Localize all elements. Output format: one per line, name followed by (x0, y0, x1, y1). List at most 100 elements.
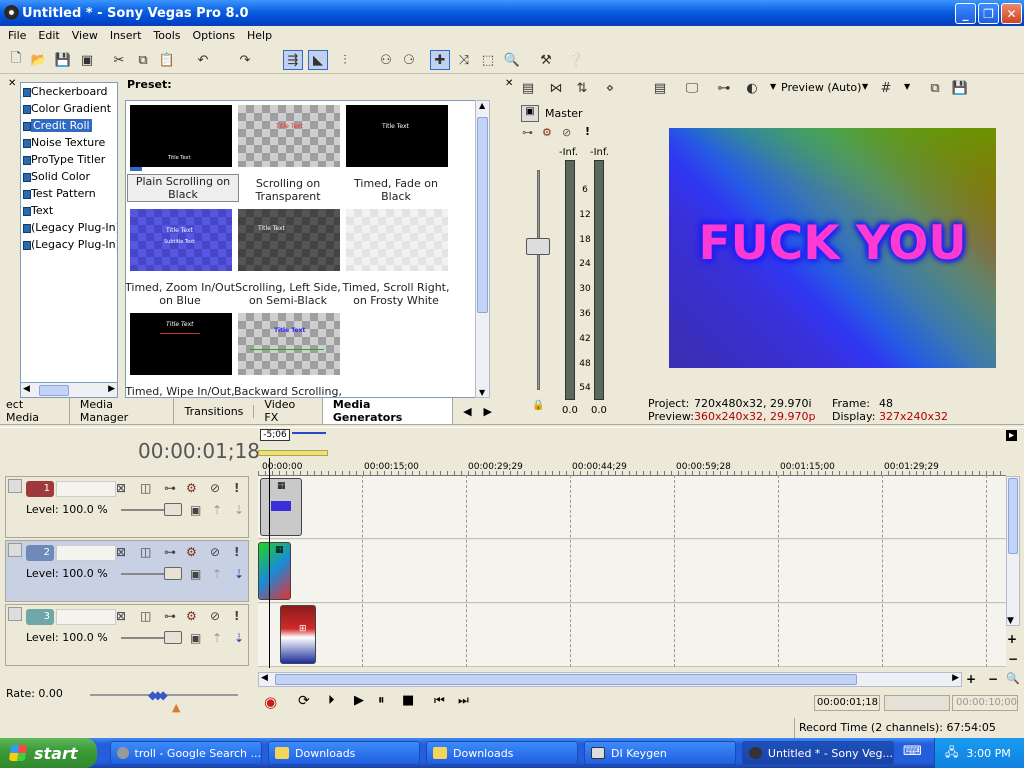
whats-this-icon[interactable]: ❔ (566, 50, 586, 70)
panel-close-icon[interactable]: ✕ (8, 78, 16, 89)
scroll-left-icon[interactable]: ◀ (261, 673, 268, 683)
preset-thumb-timed-fade[interactable]: Title Text (346, 105, 448, 167)
make-compositing-child-icon[interactable]: ▣ (190, 567, 201, 581)
group-icon[interactable]: ⚇ (376, 50, 396, 70)
preset-thumb-zoom-blue[interactable]: Title Text Subtitle Text (130, 209, 232, 271)
event-fx-icon[interactable]: ▦ (275, 545, 284, 555)
scroll-down-icon[interactable]: ▼ (1007, 616, 1014, 626)
cut-icon[interactable]: ✂ (109, 50, 129, 70)
loop-region[interactable] (258, 450, 328, 456)
generator-item[interactable]: Noise Texture (21, 134, 117, 151)
properties-icon[interactable]: ▣ (77, 50, 97, 70)
make-compositing-child-icon[interactable]: ▣ (190, 631, 201, 645)
event-image-clip[interactable]: ⊞ (280, 605, 316, 664)
track-header-1[interactable]: 1 ⊠ ◫ ⊶ ⚙ ⊘ ! Level: 100.0 % ▣ ⇡ ⇣ (5, 476, 249, 538)
redo-icon[interactable]: ↷ (235, 50, 255, 70)
solo-icon[interactable]: ! (234, 609, 239, 623)
splitter[interactable] (0, 424, 1024, 428)
preset-thumb-left-side[interactable]: Title Text (238, 209, 340, 271)
selection-length-field[interactable]: 00:00:10;00 (952, 695, 1018, 711)
split-dropdown-icon[interactable]: ▼ (770, 82, 776, 91)
scroll-thumb[interactable] (477, 117, 488, 313)
zoom-out-vertical-icon[interactable]: − (1008, 652, 1018, 666)
event-color-gradient[interactable]: ▦ (258, 542, 291, 600)
preset-thumb-scrolling-transparent[interactable]: Title Text (238, 105, 340, 167)
level-slider-knob[interactable] (164, 503, 182, 516)
track-lane-1[interactable] (258, 476, 1006, 539)
timeline-vscrollbar[interactable] (1006, 476, 1020, 626)
bus-mute-icon[interactable]: ⊘ (562, 126, 571, 139)
track-lane-2[interactable] (258, 540, 1006, 603)
auto-ripple-icon[interactable]: ⇶ (283, 50, 303, 70)
master-bus-icon[interactable]: ▣ (521, 105, 539, 122)
zoom-out-horizontal-icon[interactable]: − (988, 672, 998, 686)
tab-media-generators[interactable]: Media Generators (322, 398, 454, 424)
mixer-properties-icon[interactable]: ⋄ (600, 78, 620, 98)
compositing-child-icon[interactable]: ⇣ (234, 567, 244, 581)
taskbar-item-browser[interactable]: troll - Google Search ... (110, 741, 262, 765)
overlays-icon[interactable]: # (876, 78, 896, 98)
snapping-icon[interactable]: ⫶ (335, 50, 355, 70)
preset-caption[interactable]: Scrolling on Transparent (232, 177, 344, 203)
preset-thumb-plain-scrolling[interactable]: Title Text (130, 105, 232, 171)
preset-caption[interactable]: Timed, Zoom In/Out on Blue (126, 281, 236, 307)
preset-caption[interactable]: Timed, Scroll Right, on Frosty White (340, 281, 452, 307)
ignore-grouping-icon[interactable]: ⚆ (399, 50, 419, 70)
mute-icon[interactable]: ⊘ (210, 481, 220, 495)
mute-icon[interactable]: ⊘ (210, 609, 220, 623)
play-icon[interactable]: ▶ (354, 693, 364, 708)
bypass-motion-blur-icon[interactable]: ⊠ (116, 545, 126, 559)
taskbar-item-vegas[interactable]: Untitled * - Sony Veg... (742, 741, 894, 765)
play-from-start-icon[interactable]: ⏵ (328, 693, 335, 708)
generator-item[interactable]: Test Pattern (21, 185, 117, 202)
zoom-in-vertical-icon[interactable]: + (1007, 632, 1017, 646)
generator-item[interactable]: Solid Color (21, 168, 117, 185)
pause-icon[interactable]: ⏸ (378, 693, 385, 708)
preset-caption[interactable]: Timed, Fade on Black (340, 177, 452, 203)
scroll-thumb[interactable] (275, 674, 857, 685)
paste-icon[interactable]: 📋 (157, 50, 177, 70)
tab-video-fx[interactable]: Video FX (254, 398, 323, 424)
menu-view[interactable]: View (66, 29, 104, 42)
normal-edit-tool-icon[interactable]: ✚ (430, 50, 450, 70)
selection-start-field[interactable] (884, 695, 950, 711)
track-fx-icon[interactable]: ⚙ (186, 545, 197, 559)
selection-tool-icon[interactable]: ⬚ (478, 50, 498, 70)
track-motion-icon[interactable]: ⊶ (164, 545, 176, 559)
envelope-tool-icon[interactable]: ⤨ (454, 50, 474, 70)
make-compositing-child-icon[interactable]: ▣ (190, 503, 201, 517)
save-snapshot-icon[interactable]: 💾 (950, 78, 970, 98)
open-icon[interactable]: 📂 (29, 50, 49, 70)
fader-lock-icon[interactable]: 🔒 (532, 400, 544, 411)
event-credit-roll[interactable]: ▦ (260, 478, 302, 536)
bypass-motion-blur-icon[interactable]: ⊠ (116, 481, 126, 495)
compositing-child-icon[interactable]: ⇣ (234, 631, 244, 645)
track-minimize-icon[interactable] (8, 543, 22, 557)
track-header-2[interactable]: 2 ⊠ ◫ ⊶ ⚙ ⊘ ! Level: 100.0 % ▣ ⇡ ⇣ (5, 540, 249, 602)
loop-playback-icon[interactable]: ⟳ (298, 693, 310, 709)
track-motion-icon[interactable]: ⊶ (164, 481, 176, 495)
compositing-parent-icon[interactable]: ⇡ (212, 567, 222, 581)
track-name-field[interactable] (56, 481, 116, 497)
compositing-mode-icon[interactable]: ◫ (140, 609, 151, 623)
tab-scroll-right-icon[interactable]: ▶ (482, 405, 494, 418)
mixer-insert-bus-icon[interactable]: ▤ (518, 78, 538, 98)
undo-icon[interactable]: ↶ (193, 50, 213, 70)
level-slider-knob[interactable] (164, 567, 182, 580)
preset-caption[interactable]: Plain Scrolling on Black (127, 174, 239, 202)
close-button[interactable]: ✕ (1001, 3, 1022, 24)
compositing-mode-icon[interactable]: ◫ (140, 481, 151, 495)
generator-list-hscrollbar[interactable]: ◀ ▶ (20, 382, 118, 398)
event-fx-icon[interactable]: ▦ (277, 481, 286, 491)
preset-caption[interactable]: Scrolling, Left Side, on Semi-Black (232, 281, 344, 307)
go-to-end-icon[interactable]: ⏭ (458, 693, 469, 708)
overlays-dropdown-icon[interactable]: ▼ (904, 82, 910, 91)
copy-snapshot-icon[interactable]: ⧉ (925, 78, 945, 98)
bypass-motion-blur-icon[interactable]: ⊠ (116, 609, 126, 623)
track-fx-icon[interactable]: ⚙ (186, 481, 197, 495)
tab-transitions[interactable]: Transitions (174, 404, 255, 418)
mixer-downmix-icon[interactable]: ⋈ (546, 78, 566, 98)
tab-scroll-left-icon[interactable]: ◀ (453, 405, 481, 418)
bus-solo-icon[interactable]: ! (585, 125, 590, 138)
compositing-mode-icon[interactable]: ◫ (140, 545, 151, 559)
